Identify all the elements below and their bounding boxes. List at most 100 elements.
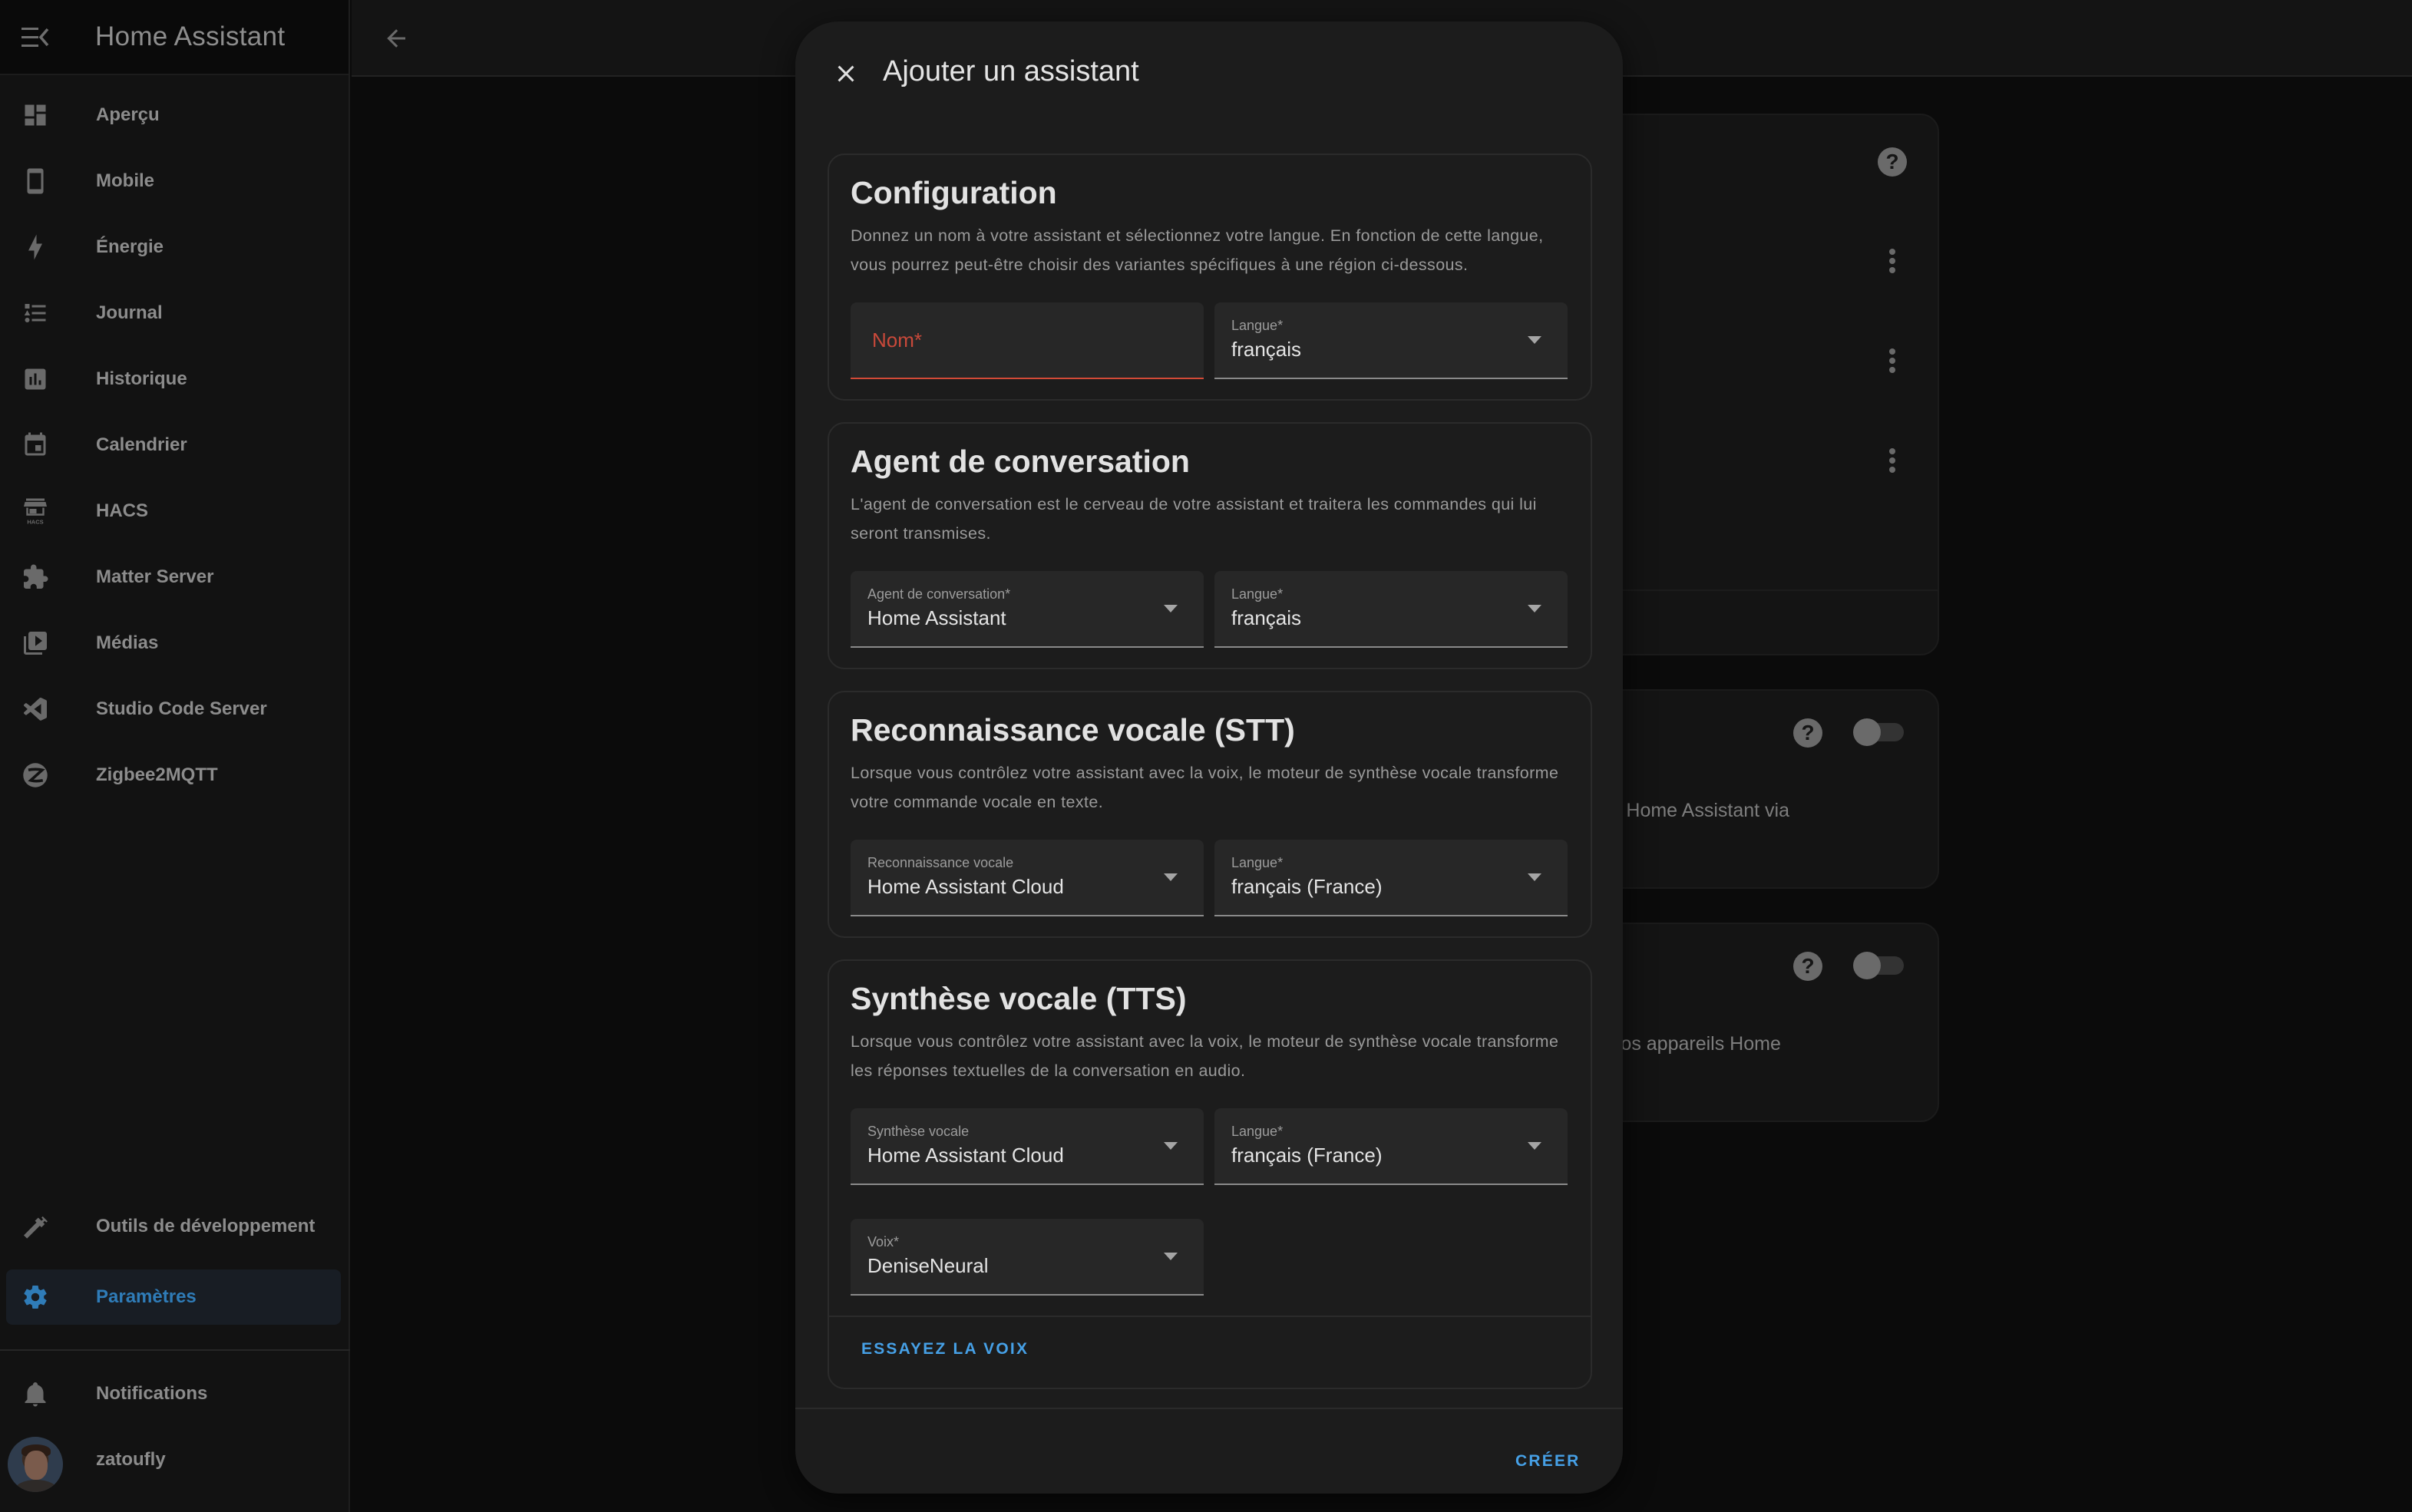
sidebar-item-historique[interactable]: Historique <box>6 352 341 407</box>
sidebar-item-notifications[interactable]: Notifications <box>6 1366 341 1421</box>
sidebar: Home Assistant Aperçu Mobile Énergie Jou… <box>0 0 350 1512</box>
more-vertical-icon[interactable] <box>1888 348 1896 375</box>
help-circle-icon[interactable]: ? <box>1793 952 1822 981</box>
play-box-multiple-icon <box>21 629 49 657</box>
section-configuration: Configuration Donnez un nom à votre assi… <box>828 154 1592 401</box>
tts-voice-select[interactable]: Voix* DeniseNeural <box>851 1219 1204 1296</box>
puzzle-icon <box>21 563 49 591</box>
field-value: français (France) <box>1231 875 1383 898</box>
field-label: Agent de conversation* <box>867 586 1011 602</box>
svg-text:HACS: HACS <box>27 519 43 526</box>
sidebar-item-label: Aperçu <box>96 104 160 125</box>
stt-language-select[interactable]: Langue* français (France) <box>1214 840 1568 916</box>
field-label: Langue* <box>1231 586 1284 602</box>
language-select[interactable]: Langue* français <box>1214 302 1568 379</box>
section-speech-to-text: Reconnaissance vocale (STT) Lorsque vous… <box>828 691 1592 938</box>
more-vertical-icon[interactable] <box>1888 448 1896 474</box>
field-value: Home Assistant <box>867 606 1006 629</box>
sidebar-item-apercu[interactable]: Aperçu <box>6 87 341 143</box>
vscode-icon <box>21 695 49 723</box>
sidebar-item-label: Paramètres <box>96 1286 197 1307</box>
field-value: français <box>1231 606 1302 629</box>
sidebar-item-outils-de-developpement[interactable]: Outils de développement <box>6 1199 341 1254</box>
sidebar-item-label: Zigbee2MQTT <box>96 764 218 785</box>
close-icon[interactable] <box>832 60 860 87</box>
field-value: français (France) <box>1231 1144 1383 1167</box>
dashboard-icon <box>21 101 49 129</box>
sidebar-item-label: Outils de développement <box>96 1216 316 1236</box>
field-label: Reconnaissance vocale <box>867 855 1014 870</box>
create-button[interactable]: CRÉER <box>1515 1452 1581 1471</box>
section-description: Lorsque vous contrôlez votre assistant a… <box>851 1032 1559 1080</box>
dropdown-arrow-icon <box>1164 1253 1178 1260</box>
conversation-agent-select[interactable]: Agent de conversation* Home Assistant <box>851 571 1204 648</box>
field-value: Home Assistant Cloud <box>867 1144 1064 1167</box>
zigbee-icon <box>21 761 49 789</box>
sidebar-item-mobile[interactable]: Mobile <box>6 154 341 209</box>
menu-collapse-icon[interactable] <box>21 26 49 49</box>
chart-box-icon <box>21 365 49 393</box>
help-circle-icon[interactable]: ? <box>1793 718 1822 748</box>
bell-icon <box>21 1380 49 1408</box>
sidebar-item-label: Médias <box>96 632 159 653</box>
sidebar-item-label: Studio Code Server <box>96 698 267 719</box>
sidebar-item-label: Énergie <box>96 236 164 257</box>
cellphone-icon <box>21 167 49 195</box>
name-input[interactable]: Nom* <box>851 302 1204 379</box>
toggle-switch[interactable] <box>1853 718 1904 746</box>
sidebar-item-hacs[interactable]: HACS HACS <box>6 484 341 539</box>
sidebar-header: Home Assistant <box>0 0 349 75</box>
sidebar-item-matter-server[interactable]: Matter Server <box>6 550 341 605</box>
field-label: Langue* <box>1231 318 1284 333</box>
sidebar-item-zigbee2mqtt[interactable]: Zigbee2MQTT <box>6 748 341 803</box>
dropdown-arrow-icon <box>1528 873 1541 881</box>
section-actions-divider <box>829 1316 1591 1317</box>
name-input-placeholder: Nom* <box>872 328 923 352</box>
field-label: Langue* <box>1231 855 1284 870</box>
cog-icon <box>21 1283 49 1311</box>
section-description: L'agent de conversation est le cerveau d… <box>851 495 1537 543</box>
sidebar-divider <box>0 1349 350 1351</box>
section-title: Synthèse vocale (TTS) <box>851 981 1187 1016</box>
dialog-title: Ajouter un assistant <box>883 55 1139 87</box>
calendar-icon <box>21 431 49 459</box>
lightning-bolt-icon <box>21 233 49 261</box>
dropdown-arrow-icon <box>1164 1142 1178 1150</box>
sidebar-item-parametres[interactable]: Paramètres <box>6 1269 341 1325</box>
stt-engine-select[interactable]: Reconnaissance vocale Home Assistant Clo… <box>851 840 1204 916</box>
hammer-icon <box>21 1213 49 1240</box>
sidebar-item-energie[interactable]: Énergie <box>6 220 341 275</box>
more-vertical-icon[interactable] <box>1888 249 1896 275</box>
dropdown-arrow-icon <box>1528 1142 1541 1150</box>
sidebar-item-medias[interactable]: Médias <box>6 616 341 671</box>
toggle-switch[interactable] <box>1853 952 1904 979</box>
avatar[interactable] <box>8 1437 63 1492</box>
conversation-language-select[interactable]: Langue* français <box>1214 571 1568 648</box>
tts-language-select[interactable]: Langue* français (France) <box>1214 1108 1568 1185</box>
field-value: français <box>1231 338 1302 361</box>
dropdown-arrow-icon <box>1528 605 1541 612</box>
section-text-to-speech: Synthèse vocale (TTS) Lorsque vous contr… <box>828 959 1592 1389</box>
user-name: zatoufly <box>96 1449 166 1470</box>
try-voice-button[interactable]: ESSAYEZ LA VOIX <box>861 1340 1029 1358</box>
help-circle-icon[interactable]: ? <box>1878 147 1907 177</box>
dropdown-arrow-icon <box>1164 605 1178 612</box>
section-title: Configuration <box>851 175 1057 210</box>
sidebar-item-studio-code-server[interactable]: Studio Code Server <box>6 682 341 737</box>
section-description: Lorsque vous contrôlez votre assistant a… <box>851 764 1559 811</box>
back-arrow-icon[interactable] <box>382 25 410 52</box>
sidebar-item-calendrier[interactable]: Calendrier <box>6 418 341 473</box>
sidebar-item-label: Historique <box>96 368 187 389</box>
dropdown-arrow-icon <box>1164 873 1178 881</box>
sidebar-item-label: Notifications <box>96 1383 208 1404</box>
format-list-bulleted-type-icon <box>21 299 49 327</box>
field-label: Synthèse vocale <box>867 1124 970 1139</box>
section-title: Reconnaissance vocale (STT) <box>851 712 1295 748</box>
tts-engine-select[interactable]: Synthèse vocale Home Assistant Cloud <box>851 1108 1204 1185</box>
section-title: Agent de conversation <box>851 444 1190 479</box>
dropdown-arrow-icon <box>1528 336 1541 344</box>
sidebar-item-journal[interactable]: Journal <box>6 286 341 341</box>
field-label: Langue* <box>1231 1124 1284 1139</box>
sidebar-item-label: HACS <box>96 500 149 521</box>
section-conversation-agent: Agent de conversation L'agent de convers… <box>828 422 1592 669</box>
